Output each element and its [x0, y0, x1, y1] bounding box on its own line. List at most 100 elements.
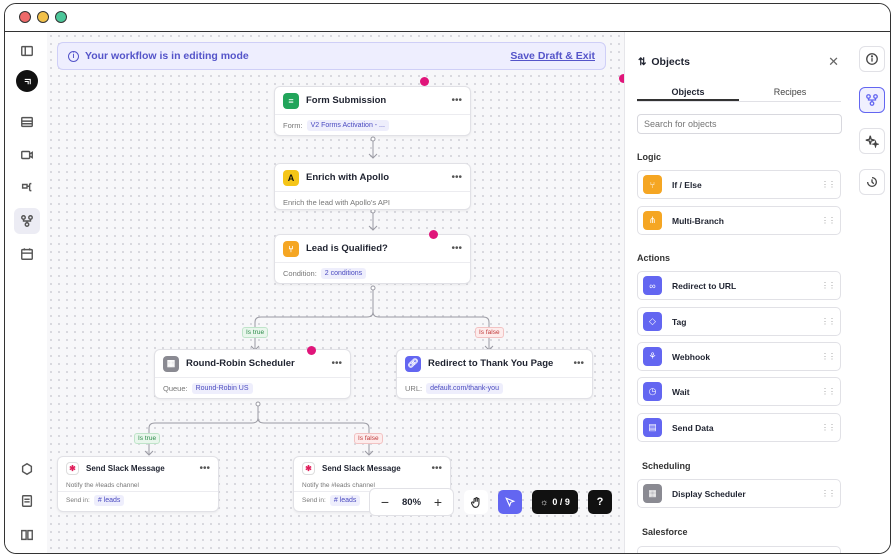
zoom-out-button[interactable]: − [376, 494, 394, 510]
section-scheduling: Scheduling [642, 461, 691, 471]
branch-label-false: Is false [354, 433, 383, 444]
slack-icon: ✱ [302, 461, 315, 475]
branch-label-false: Is false [475, 327, 504, 338]
node-title: Lead is Qualified? [306, 243, 388, 254]
info-icon[interactable] [859, 46, 885, 72]
link-icon: 🔗︎ [405, 355, 421, 372]
object-multi-branch[interactable]: ⋔ Multi-Branch ⋮⋮ [637, 206, 841, 235]
lightbulb-icon: ☼ [540, 497, 549, 507]
collaborator-cursor-dot [429, 230, 438, 239]
drag-handle-icon[interactable]: ⋮⋮ [821, 216, 836, 225]
object-wait[interactable]: ◷ Wait ⋮⋮ [637, 377, 841, 406]
minimize-window-dot[interactable] [37, 11, 49, 23]
node-slack-message[interactable]: ✱ Send Slack Message ••• Notify the #leads… [57, 456, 219, 512]
workflow-icon[interactable] [859, 87, 885, 113]
node-form-submission[interactable]: ≡ Form Submission ••• Form: V2 Forms Activa… [274, 86, 471, 136]
sparkles-icon[interactable] [859, 128, 885, 154]
object-send-data[interactable]: ▤ Send Data ⋮⋮ [637, 413, 841, 442]
drag-handle-icon[interactable]: ⋮⋮ [821, 387, 836, 396]
section-logic: Logic [637, 152, 661, 162]
section-actions: Actions [637, 253, 671, 263]
table-icon[interactable] [14, 109, 40, 135]
branch-label-true: Is true [242, 327, 269, 338]
form-chip[interactable]: V2 Forms Activation - ... [306, 119, 389, 131]
drag-handle-icon[interactable]: ⋮⋮ [821, 180, 836, 189]
webhook-icon: ⚘ [643, 347, 662, 366]
node-redirect[interactable]: 🔗︎ Redirect to Thank You Page ••• URL: defa… [396, 349, 593, 399]
node-title: Form Submission [306, 95, 387, 106]
node-enrich-apollo[interactable]: A Enrich with Apollo ••• Enrich the lead w… [274, 163, 471, 210]
link-icon: ∞ [643, 276, 662, 295]
node-title: Send Slack Message [322, 463, 401, 473]
node-description: Enrich the lead with Apollo's API [283, 197, 390, 207]
cube-icon[interactable] [14, 456, 40, 482]
node-title: Send Slack Message [86, 463, 165, 473]
objects-panel: ⇅Objects ✕ Objects Recipes Logic ⑂If / E… [624, 32, 851, 553]
apollo-icon: A [283, 169, 299, 186]
zoom-in-button[interactable]: + [429, 494, 447, 510]
node-round-robin[interactable]: ▦ Round-Robin Scheduler ••• Queue: Round-Ro… [154, 349, 351, 399]
drag-handle-icon[interactable]: ⋮⋮ [821, 352, 836, 361]
form-icon: ≡ [283, 92, 299, 109]
pointer-tool-icon[interactable] [498, 490, 523, 514]
object-tag[interactable]: ◇ Tag ⋮⋮ [637, 307, 841, 336]
left-sidebar [5, 32, 47, 553]
book-icon[interactable] [14, 522, 40, 548]
drag-handle-icon[interactable]: ⋮⋮ [821, 317, 836, 326]
video-icon[interactable] [14, 142, 40, 168]
more-menu-icon[interactable]: ••• [331, 358, 342, 369]
drag-handle-icon[interactable]: ⋮⋮ [821, 423, 836, 432]
tab-recipes[interactable]: Recipes [739, 82, 841, 101]
collaborator-cursor-dot [420, 77, 429, 86]
condition-chip[interactable]: 2 conditions [320, 267, 367, 279]
section-salesforce: Salesforce [642, 527, 688, 537]
channel-chip[interactable]: # leads [93, 495, 125, 506]
tag-icon: ◇ [643, 312, 662, 331]
close-window-dot[interactable] [19, 11, 31, 23]
drag-handle-icon[interactable]: ⋮⋮ [821, 489, 836, 498]
logo-icon[interactable] [14, 68, 40, 94]
url-chip[interactable]: default.com/thank-you [426, 382, 503, 394]
channel-chip[interactable]: # leads [329, 495, 361, 506]
more-menu-icon[interactable]: ••• [573, 358, 584, 369]
drag-handle-icon[interactable]: ⋮⋮ [821, 281, 836, 290]
title-bar [5, 4, 890, 32]
object-display-scheduler[interactable]: ▦ Display Scheduler ⋮⋮ [637, 479, 841, 508]
panel-tabs: Objects Recipes [637, 82, 841, 102]
tips-button[interactable]: ☼ 0 / 9 [532, 490, 579, 514]
more-menu-icon[interactable]: ••• [451, 95, 462, 106]
more-menu-icon[interactable]: ••• [451, 172, 462, 183]
send-data-icon: ▤ [643, 418, 662, 437]
zoom-level: 80% [402, 496, 422, 508]
workflow-canvas[interactable]: i Your workflow is in editing mode Save … [47, 32, 628, 553]
queue-chip[interactable]: Round-Robin US [191, 382, 253, 394]
hand-tool-icon[interactable] [464, 490, 489, 514]
tab-objects[interactable]: Objects [637, 82, 739, 101]
node-title: Enrich with Apollo [306, 172, 390, 183]
slack-icon: ✱ [66, 461, 79, 475]
more-menu-icon[interactable]: ••• [431, 463, 442, 474]
more-menu-icon[interactable]: ••• [451, 243, 462, 254]
field-label: URL: [405, 383, 423, 393]
object-if-else[interactable]: ⑂ If / Else ⋮⋮ [637, 170, 841, 199]
field-label: Form: [283, 120, 303, 130]
workflow-icon[interactable] [14, 208, 40, 234]
panel-title: ⇅ Objects [638, 56, 690, 68]
node-description: Notify the #leads channel [66, 481, 139, 489]
object-redirect-url[interactable]: ∞ Redirect to URL ⋮⋮ [637, 271, 841, 300]
document-icon[interactable] [14, 488, 40, 514]
object-webhook[interactable]: ⚘ Webhook ⋮⋮ [637, 342, 841, 371]
maximize-window-dot[interactable] [55, 11, 67, 23]
history-icon[interactable] [859, 169, 885, 195]
more-menu-icon[interactable]: ••• [199, 463, 210, 474]
panel-icon[interactable] [14, 38, 40, 64]
object-salesforce-partial[interactable] [637, 546, 841, 553]
close-icon[interactable]: ✕ [828, 54, 839, 70]
calendar-icon[interactable] [14, 241, 40, 267]
help-button[interactable]: ? [588, 490, 613, 514]
collaborator-cursor-dot [307, 346, 316, 355]
node-lead-qualified[interactable]: ⑂ Lead is Qualified? ••• Condition: 2 condi… [274, 234, 471, 284]
multi-branch-icon: ⋔ [643, 211, 662, 230]
routing-icon[interactable] [14, 175, 40, 201]
search-objects-input[interactable] [637, 114, 842, 134]
